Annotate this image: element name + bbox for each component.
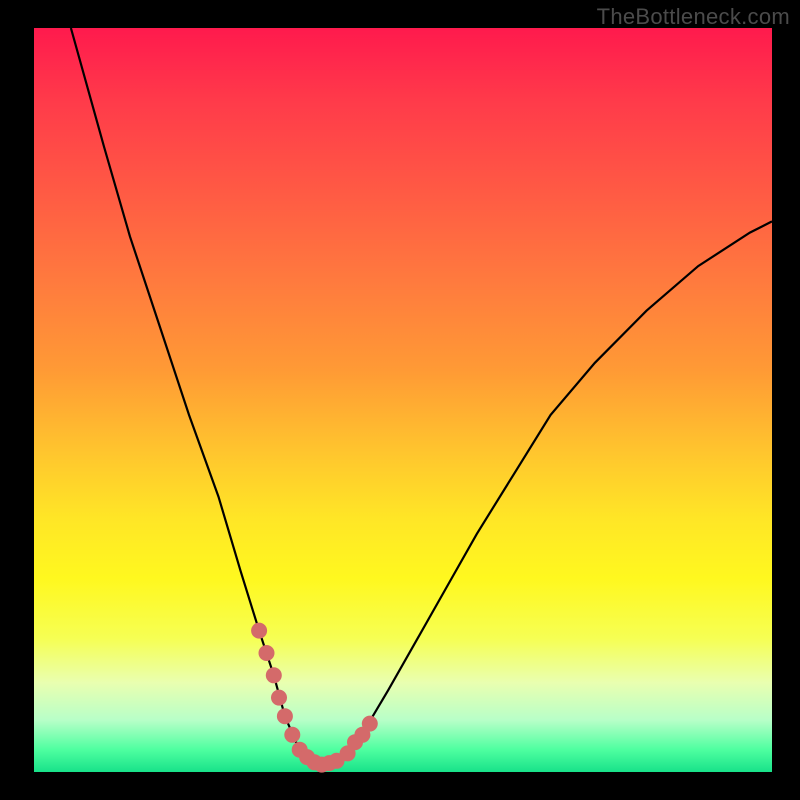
curve-marker (284, 727, 300, 743)
curve-line (71, 28, 772, 765)
chart-frame: TheBottleneck.com (0, 0, 800, 800)
curve-marker (362, 716, 378, 732)
curve-markers (251, 623, 378, 773)
curve-marker (259, 645, 275, 661)
curve-marker (266, 667, 282, 683)
curve-marker (271, 690, 287, 706)
curve-marker (251, 623, 267, 639)
bottleneck-curve (34, 28, 772, 772)
chart-plot-area (34, 28, 772, 772)
watermark-text: TheBottleneck.com (597, 4, 790, 30)
curve-marker (277, 708, 293, 724)
